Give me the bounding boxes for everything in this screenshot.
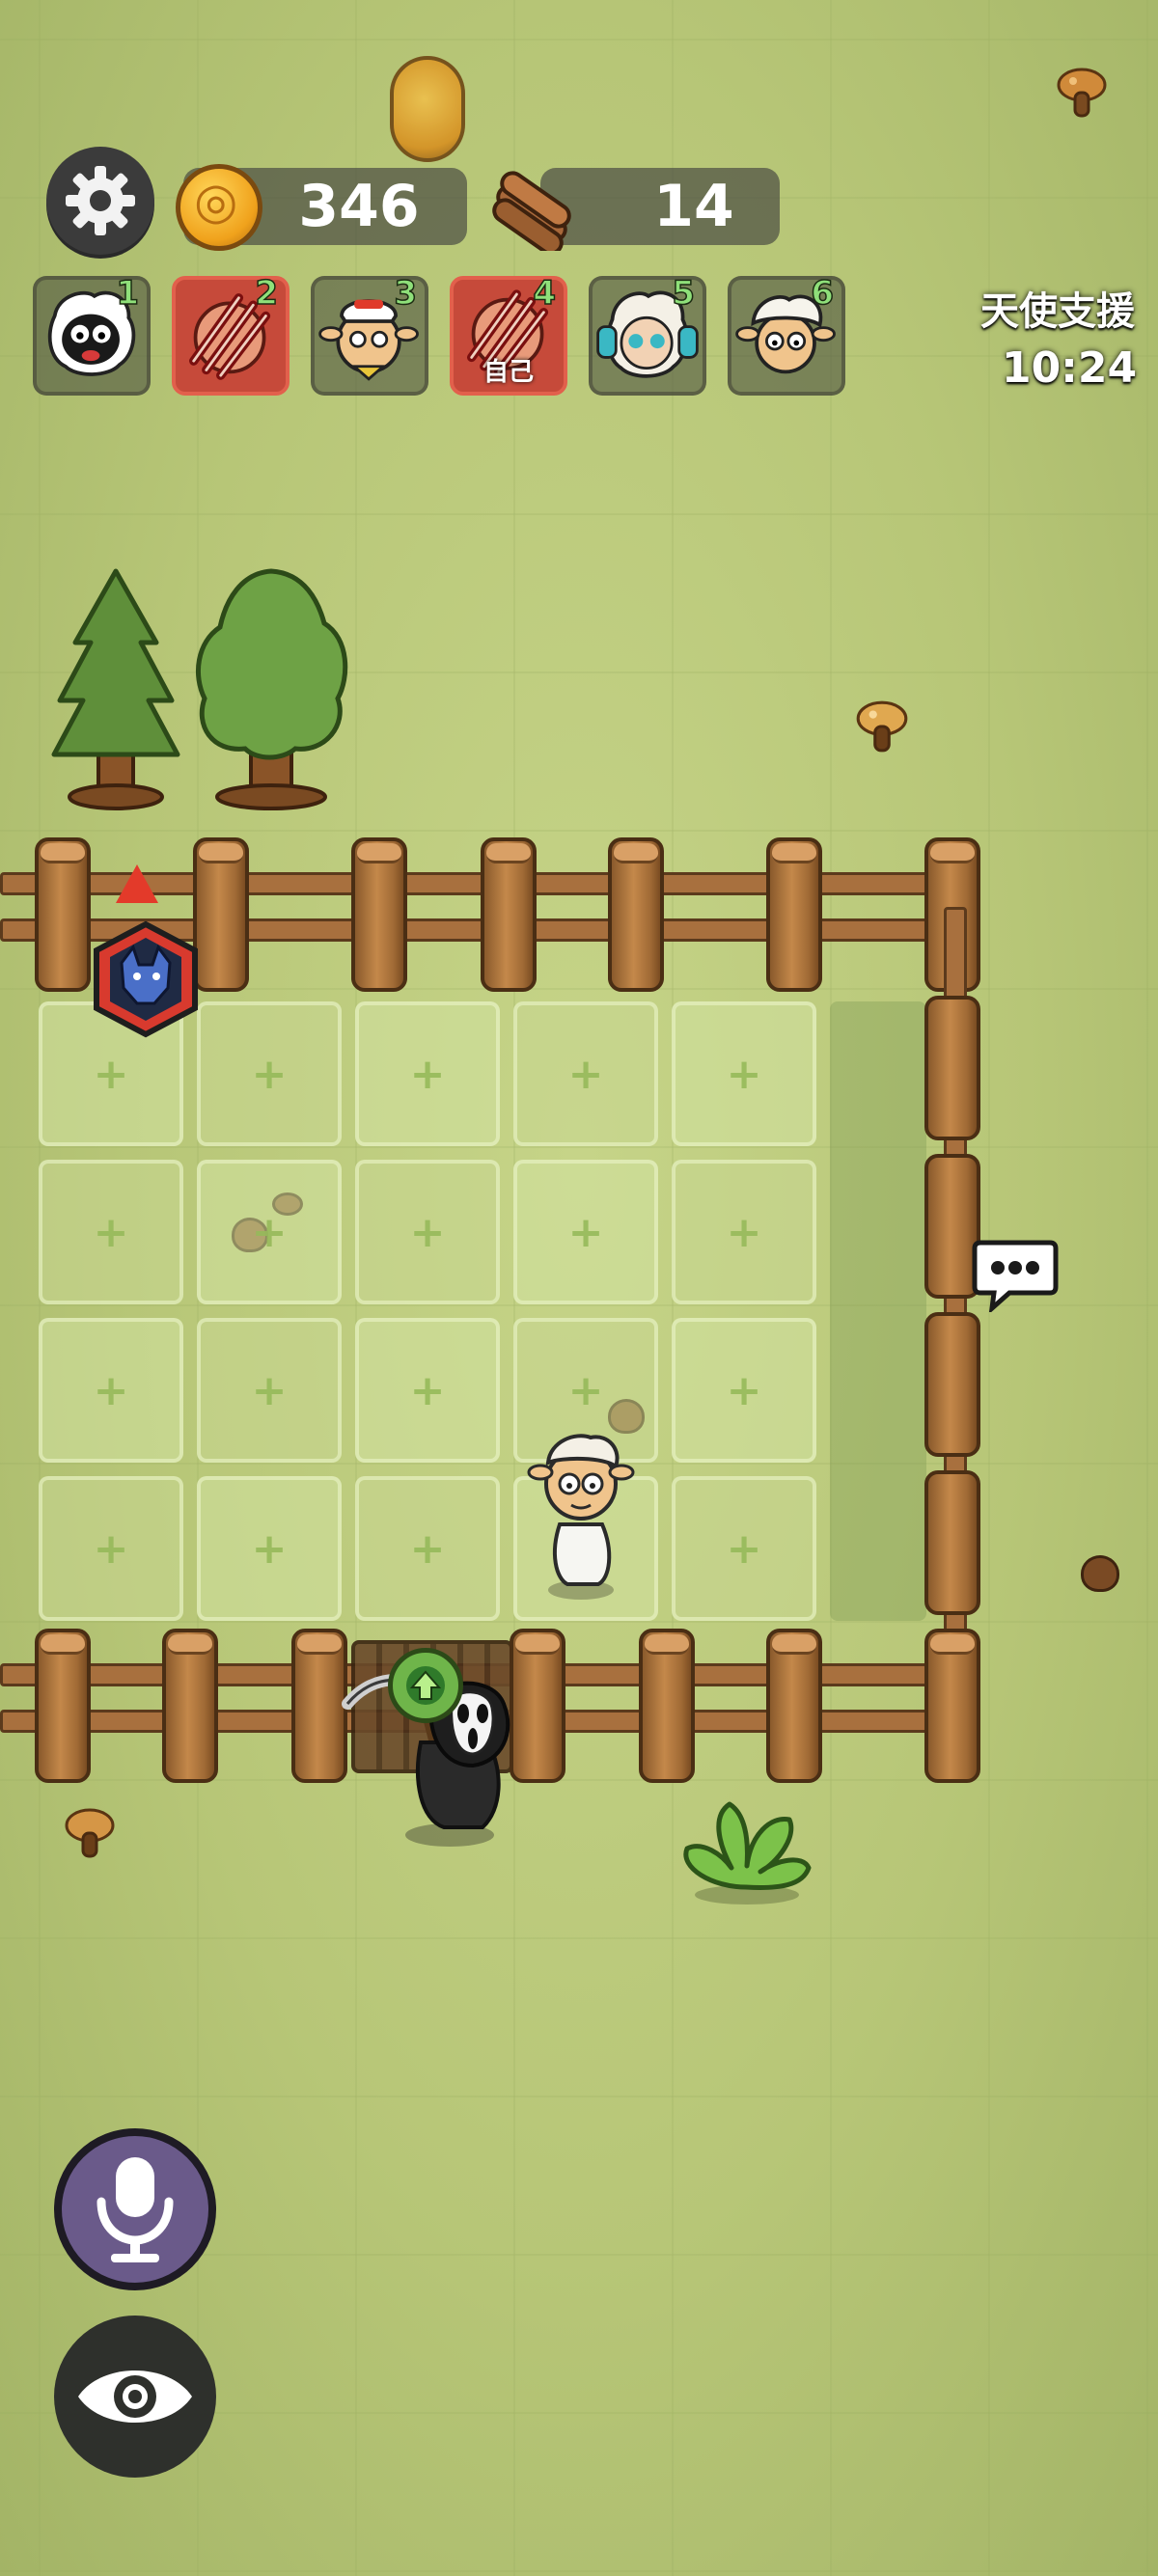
field-plot[interactable]: + <box>197 1160 342 1304</box>
pebble <box>1081 1555 1119 1592</box>
fence-post <box>924 1470 980 1615</box>
round-tree <box>196 568 348 810</box>
fence-post <box>35 837 91 992</box>
plus-icon: + <box>93 1049 129 1099</box>
plus-icon: + <box>567 1365 604 1415</box>
plus-icon: + <box>251 1523 288 1574</box>
pine-tree <box>51 568 180 810</box>
fence-post <box>766 837 822 992</box>
gear-icon <box>66 166 135 235</box>
field-plot[interactable]: + <box>39 1160 183 1304</box>
eye-icon <box>78 2370 192 2423</box>
spectate-button[interactable] <box>54 2316 216 2478</box>
plus-icon: + <box>251 1207 288 1257</box>
plus-icon: + <box>409 1207 446 1257</box>
field-plot[interactable]: + <box>39 1476 183 1621</box>
plus-icon: + <box>726 1207 762 1257</box>
player-slot-2[interactable]: 2 <box>172 273 290 396</box>
angel-support-timer: 10:24 <box>1002 343 1138 393</box>
plus-icon: + <box>409 1049 446 1099</box>
field-plot[interactable]: + <box>39 1318 183 1463</box>
field-plot[interactable]: + <box>197 1476 342 1621</box>
plus-icon: + <box>409 1365 446 1415</box>
plus-icon: + <box>726 1365 762 1415</box>
angel-support-label: 天使支援 <box>980 289 1135 334</box>
fence-post <box>766 1629 822 1783</box>
chat-bubble-icon[interactable] <box>971 1237 1060 1312</box>
field-plot[interactable]: + <box>513 1001 658 1146</box>
player-number: 5 <box>672 273 696 314</box>
ground-coin[interactable] <box>390 56 465 162</box>
player-number: 6 <box>811 273 835 314</box>
plus-icon: + <box>726 1523 762 1574</box>
settings-button[interactable] <box>46 147 154 255</box>
microphone-icon <box>96 2157 174 2262</box>
field-plot[interactable]: + <box>672 1318 816 1463</box>
field-plot[interactable]: + <box>355 1318 500 1463</box>
plus-icon: + <box>93 1207 129 1257</box>
fence-post <box>608 837 664 992</box>
sheep-character[interactable] <box>521 1428 647 1602</box>
fence-post <box>639 1629 695 1783</box>
player-number: 3 <box>394 273 418 314</box>
plus-icon: + <box>251 1365 288 1415</box>
field-plot[interactable]: + <box>355 1001 500 1146</box>
player-slot-6[interactable]: 6 <box>728 273 845 396</box>
player-slot-1[interactable]: 1 <box>33 273 151 396</box>
wood-count: 14 <box>653 173 734 240</box>
plus-icon: + <box>251 1049 288 1099</box>
plus-icon: + <box>567 1207 604 1257</box>
player-number: 4 <box>533 273 557 314</box>
field-edge-strip <box>830 1001 926 1621</box>
field-plot[interactable]: + <box>672 1160 816 1304</box>
plus-icon: + <box>567 1049 604 1099</box>
field-plot[interactable]: + <box>355 1160 500 1304</box>
game-stage: + + + + + + + + + + + + + + + + + + + + <box>0 0 1158 2576</box>
wood-icon <box>492 171 571 251</box>
mushroom-icon <box>1057 68 1107 118</box>
player-slot-4[interactable]: 4 自己 <box>450 273 567 396</box>
fence-post <box>924 996 980 1140</box>
voice-chat-button[interactable] <box>54 2128 216 2290</box>
field-plot[interactable]: + <box>197 1318 342 1463</box>
field-plot[interactable]: + <box>672 1001 816 1146</box>
plus-icon: + <box>93 1365 129 1415</box>
fence-post <box>481 837 537 992</box>
fence-post <box>351 837 407 992</box>
field-plot[interactable]: + <box>513 1160 658 1304</box>
field-plot[interactable]: + <box>672 1476 816 1621</box>
sapling-bush[interactable] <box>674 1791 818 1906</box>
coin-count: 346 <box>298 173 420 240</box>
player-number: 2 <box>255 273 279 314</box>
up-arrow-icon <box>406 1666 445 1705</box>
fence-post <box>35 1629 91 1783</box>
player-slot-5[interactable]: 5 <box>589 273 706 396</box>
mushroom-icon <box>65 1808 115 1858</box>
self-label: 自己 <box>482 358 534 387</box>
fence-post <box>924 1312 980 1457</box>
plus-icon: + <box>726 1049 762 1099</box>
plus-icon: + <box>409 1523 446 1574</box>
player-number: 1 <box>116 273 140 314</box>
red-arrow-icon <box>116 864 158 903</box>
upgrade-button[interactable] <box>388 1648 463 1723</box>
field-plot[interactable]: + <box>355 1476 500 1621</box>
player-slot-3[interactable]: 3 <box>311 273 428 396</box>
mushroom-icon <box>856 700 908 753</box>
plus-icon: + <box>93 1523 129 1574</box>
wolf-marker-icon <box>94 920 198 1038</box>
fence-post <box>924 1629 980 1783</box>
coin-icon <box>176 164 262 251</box>
fence-post <box>162 1629 218 1783</box>
field-plot[interactable]: + <box>197 1001 342 1146</box>
